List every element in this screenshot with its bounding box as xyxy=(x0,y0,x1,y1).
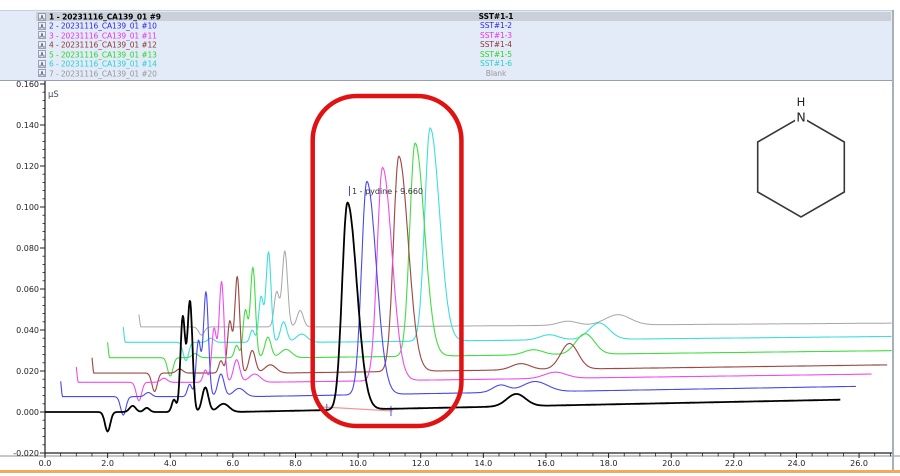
sst-label: SST#1-2 xyxy=(456,21,536,30)
svg-text:0.160: 0.160 xyxy=(16,80,39,89)
sst-label: Blank xyxy=(456,69,536,78)
svg-text:22.0: 22.0 xyxy=(725,459,743,468)
injection-name: 5 - 20231116_CA139_01 #13 xyxy=(49,50,157,59)
legend-row-7[interactable]: 7 - 20231116_CA139_01 #20 Blank xyxy=(36,69,891,78)
svg-text:0.0: 0.0 xyxy=(39,459,52,468)
svg-text:8.0: 8.0 xyxy=(289,459,302,468)
svg-text:0.120: 0.120 xyxy=(16,162,39,171)
svg-text:26.0: 26.0 xyxy=(850,459,868,468)
sst-label: SST#1-4 xyxy=(456,40,536,49)
nh-hydrogen-label: H xyxy=(797,95,806,109)
svg-text:0.080: 0.080 xyxy=(16,244,39,253)
svg-text:10.0: 10.0 xyxy=(349,459,367,468)
legend-row-1[interactable]: 1 - 20231116_CA139_01 #9 SST#1-1 xyxy=(36,12,891,21)
piperidine-structure: NH xyxy=(758,95,845,217)
legend-row-2[interactable]: 2 - 20231116_CA139_01 #10 SST#1-2 xyxy=(36,21,891,30)
injection-name: 1 - 20231116_CA139_01 #9 xyxy=(49,12,161,21)
peak-annotation-label: 1 - pydine - 9.660 xyxy=(352,187,423,196)
svg-text:24.0: 24.0 xyxy=(788,459,806,468)
sst-label: SST#1-1 xyxy=(456,12,536,21)
sst-label: SST#1-6 xyxy=(456,59,536,68)
sst-label: SST#1-3 xyxy=(456,31,536,40)
y-axis: -0.020 0.000 0.020 0.040 0.060 0.080 0.100 0.12… xyxy=(13,80,45,458)
svg-text:2.0: 2.0 xyxy=(101,459,114,468)
x-axis: 0.0 2.0 4.0 6.0 8.0 10.0 12.0 14.0 16.0 18.0 20.0 2… xyxy=(39,453,891,468)
injection-legend: 1 - 20231116_CA139_01 #9SST#1-12 - 20231… xyxy=(0,10,892,81)
svg-text:6.0: 6.0 xyxy=(226,459,239,468)
legend-row-4[interactable]: 4 - 20231116_CA139_01 #12 SST#1-4 xyxy=(36,40,891,49)
injection-name: 2 - 20231116_CA139_01 #10 xyxy=(49,22,157,31)
chromatogram-file-icon xyxy=(38,69,46,77)
svg-text:20.0: 20.0 xyxy=(662,459,680,468)
svg-text:0.020: 0.020 xyxy=(16,367,39,376)
injection-legend-rows: 1 - 20231116_CA139_01 #9SST#1-12 - 20231… xyxy=(36,12,891,78)
chromatogram-file-icon xyxy=(38,31,46,39)
chromatography-window: -0.020 0.000 0.020 0.040 0.060 0.080 0.100 0.12… xyxy=(0,0,900,476)
chromatogram-file-icon xyxy=(38,41,46,49)
window-bottom-accent xyxy=(0,470,900,473)
svg-text:16.0: 16.0 xyxy=(537,459,555,468)
sst-label: SST#1-5 xyxy=(456,50,536,59)
nitrogen-atom-label: N xyxy=(796,110,805,125)
svg-text:14.0: 14.0 xyxy=(474,459,492,468)
axes xyxy=(0,80,900,456)
peak-number-tick xyxy=(349,186,350,196)
injection-name: 7 - 20231116_CA139_01 #20 xyxy=(49,69,157,78)
trace-Blank xyxy=(139,251,892,335)
svg-text:0.040: 0.040 xyxy=(16,326,39,335)
legend-row-6[interactable]: 6 - 20231116_CA139_01 #14 SST#1-6 xyxy=(36,59,891,68)
svg-text:12.0: 12.0 xyxy=(412,459,430,468)
chromatogram-file-icon xyxy=(38,13,46,21)
trace-SST#1-1 xyxy=(45,203,840,432)
svg-text:0.140: 0.140 xyxy=(16,121,39,130)
svg-text:0.060: 0.060 xyxy=(16,285,39,294)
svg-text:4.0: 4.0 xyxy=(164,459,177,468)
svg-text:0.100: 0.100 xyxy=(16,203,39,212)
injection-name: 3 - 20231116_CA139_01 #11 xyxy=(49,31,157,40)
injection-name: 6 - 20231116_CA139_01 #14 xyxy=(49,59,157,68)
svg-text:18.0: 18.0 xyxy=(600,459,618,468)
window-right-border xyxy=(892,10,894,471)
y-axis-unit-label: µS xyxy=(48,90,59,100)
svg-text:0.000: 0.000 xyxy=(16,408,39,417)
injection-name: 4 - 20231116_CA139_01 #12 xyxy=(49,41,157,50)
chromatogram-file-icon xyxy=(38,22,46,30)
svg-text:-0.020: -0.020 xyxy=(13,449,39,458)
chromatogram-file-icon xyxy=(38,50,46,58)
red-highlight-annotation xyxy=(313,96,462,426)
chromatogram-file-icon xyxy=(38,60,46,68)
legend-row-5[interactable]: 5 - 20231116_CA139_01 #13 SST#1-5 xyxy=(36,50,891,59)
legend-row-3[interactable]: 3 - 20231116_CA139_01 #11 SST#1-3 xyxy=(36,31,891,40)
traces xyxy=(45,128,892,432)
